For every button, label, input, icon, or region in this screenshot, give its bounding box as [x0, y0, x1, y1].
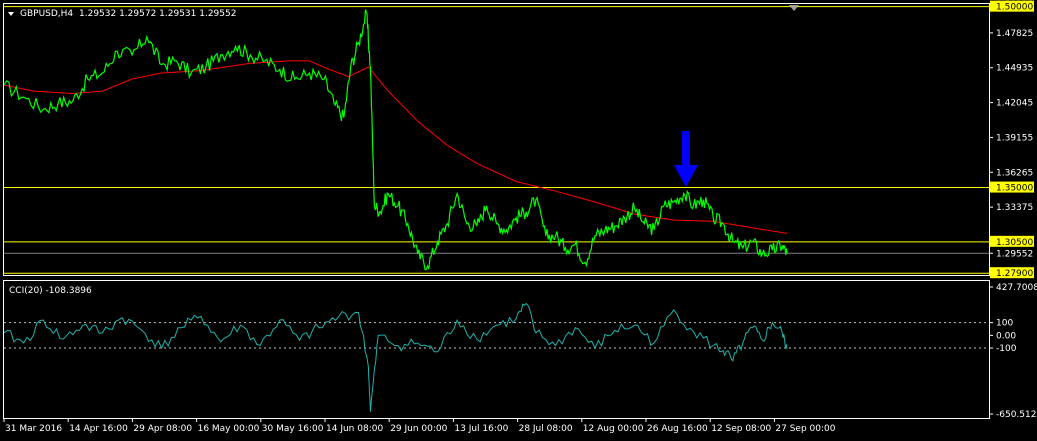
time-tick-label: 30 May 16:00	[262, 424, 324, 434]
arrow-down-icon[interactable]	[674, 165, 698, 187]
price-tick-label: 1.29552	[996, 249, 1033, 259]
cci-tick-label: 0.00	[996, 331, 1016, 341]
price-layer	[3, 9, 788, 271]
cci-line	[3, 302, 788, 412]
cci-reference-levels	[4, 322, 989, 349]
cci-tick-label: -100	[996, 344, 1017, 354]
symbol-dropdown-icon[interactable]	[8, 12, 14, 16]
time-tick-label: 31 Mar 2016	[5, 424, 62, 434]
cci-tick-label: 100	[996, 319, 1013, 329]
price-tick-label: 1.36265	[996, 168, 1033, 178]
level-label: 1.35000	[996, 184, 1033, 194]
price-tick-label: 1.47825	[996, 29, 1033, 39]
price-axis: 1.502151.478251.449351.420451.391551.362…	[989, 0, 1034, 280]
level-label: 1.50000	[996, 3, 1033, 13]
price-tick-label: 1.39155	[996, 133, 1033, 143]
horizontal-levels	[4, 6, 989, 274]
time-tick-label: 27 Sep 00:00	[775, 424, 835, 434]
time-tick-label: 13 Jul 16:00	[454, 424, 508, 434]
time-tick-label: 12 Aug 00:00	[583, 424, 644, 434]
price-tick-label: 1.33375	[996, 203, 1033, 213]
price-tick-label: 1.42045	[996, 99, 1033, 109]
time-tick-label: 29 Apr 08:00	[133, 424, 192, 434]
cci-tick-label: -650.5122	[996, 410, 1037, 420]
time-tick-label: 29 Jun 00:00	[390, 424, 447, 434]
price-line	[3, 9, 788, 271]
time-tick-label: 16 May 00:00	[198, 424, 260, 434]
time-tick-label: 28 Jul 08:00	[519, 424, 573, 434]
price-tick-label: 1.44935	[996, 64, 1033, 74]
time-tick-label: 12 Sep 08:00	[711, 424, 771, 434]
cci-tick-label: 427.7008	[996, 283, 1037, 293]
time-tick-label: 14 Apr 16:00	[69, 424, 128, 434]
indicator-pane-border	[3, 280, 990, 419]
arrow-layer	[674, 131, 698, 187]
symbol-timeframe: GBPUSD,H4	[20, 9, 73, 19]
trading-chart: 1.502151.478251.449351.420451.391551.362…	[3, 0, 1037, 434]
cci-layer	[3, 302, 788, 412]
time-tick-label: 14 Jun 08:00	[326, 424, 383, 434]
chart-shift-icon[interactable]	[789, 5, 799, 11]
time-tick-label: 26 Aug 16:00	[647, 424, 708, 434]
ohlc-values: 1.29532 1.29572 1.29531 1.29552	[79, 9, 236, 19]
level-label: 1.27900	[996, 269, 1033, 279]
arrow-shaft	[682, 131, 690, 167]
time-axis: 31 Mar 2016 14 Apr 16:00 29 Apr 08:00 16 Ma…	[3, 418, 836, 434]
main-pane-border	[3, 3, 990, 276]
level-label: 1.30500	[996, 238, 1033, 248]
indicator-title: CCI(20) -108.3896	[9, 286, 92, 296]
cci-axis: 427.7008 100 0.00 -100 -650.5122	[989, 283, 1037, 420]
